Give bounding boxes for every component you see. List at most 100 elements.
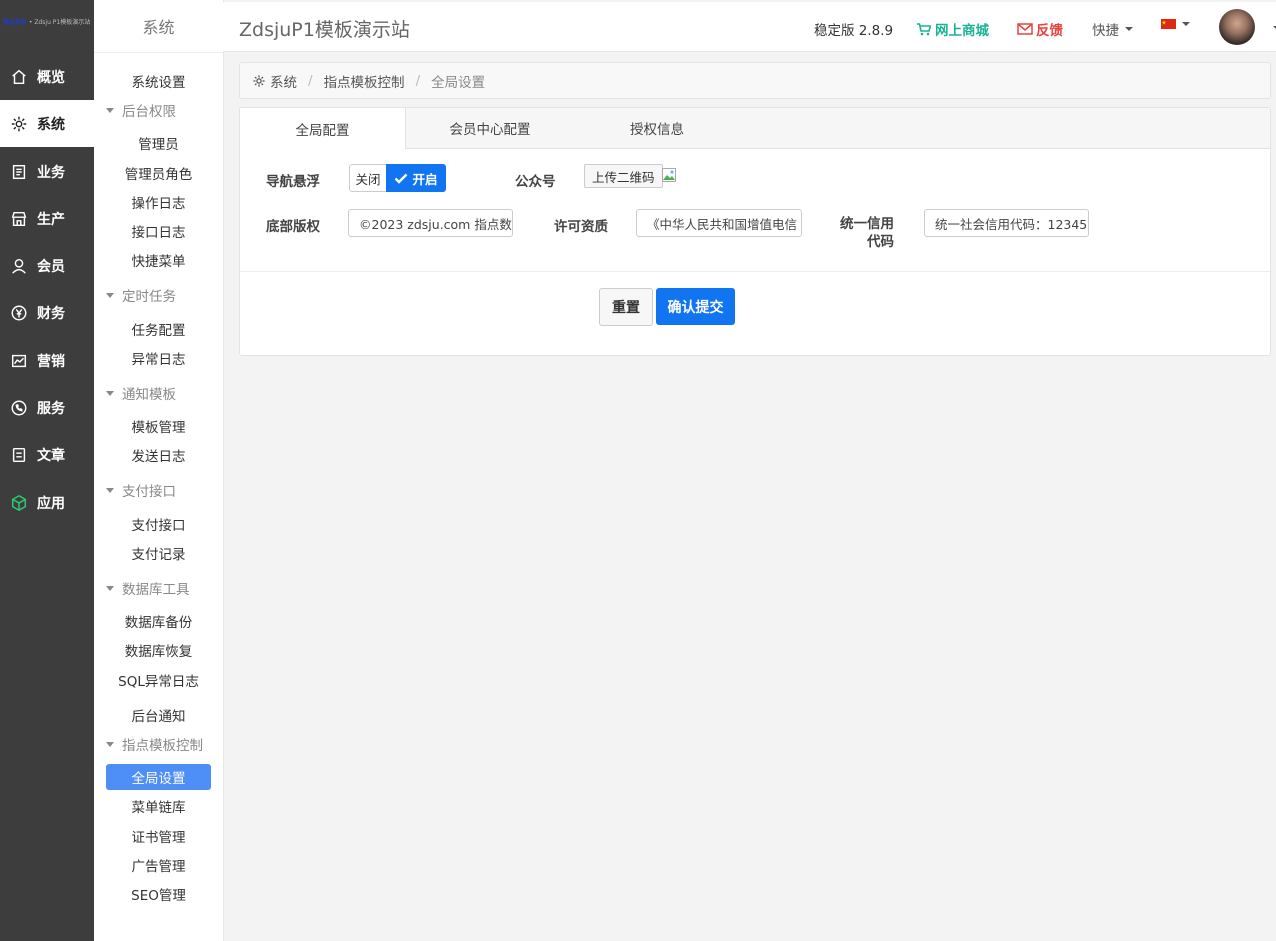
group-label: 定时任务 — [122, 289, 176, 305]
submenu-item-quick-menu[interactable]: 快捷菜单 — [106, 247, 211, 273]
submenu-group-payment[interactable]: 支付接口 — [106, 479, 176, 501]
rail-label: 概览 — [37, 69, 65, 86]
rail-item-production[interactable]: 生产 — [0, 195, 94, 242]
submenu-item-db-backup[interactable]: 数据库备份 — [106, 608, 211, 634]
caret-down-icon — [106, 487, 114, 493]
credit-label-line2: 代码 — [867, 234, 894, 250]
cube-icon — [9, 493, 29, 513]
submenu-group-scheduled-tasks[interactable]: 定时任务 — [106, 284, 176, 306]
version-label: 稳定版 2.8.9 — [814, 23, 894, 39]
copyright-input[interactable]: ©2023 zdsju.com 指点数 — [348, 209, 513, 237]
group-label: 后台权限 — [122, 104, 176, 120]
submenu-item-api-log[interactable]: 接口日志 — [106, 218, 211, 244]
gear-icon — [253, 74, 265, 87]
rail-item-apps[interactable]: 应用 — [0, 479, 94, 526]
submit-button[interactable]: 确认提交 — [656, 288, 735, 325]
home-icon — [9, 67, 29, 87]
user-icon — [9, 256, 29, 276]
rail-item-business[interactable]: 业务 — [0, 148, 94, 195]
rail-label: 业务 — [37, 164, 65, 181]
submenu-item-certificates[interactable]: 证书管理 — [106, 823, 211, 849]
rail-label: 系统 — [37, 116, 65, 133]
logo-brand: 指点后台 — [3, 19, 28, 26]
submenu-item-menu-links[interactable]: 菜单链库 — [106, 793, 211, 819]
shop-link[interactable]: 网上商城 — [917, 19, 989, 39]
submenu-item-template-manage[interactable]: 模板管理 — [106, 413, 211, 439]
rail-item-finance[interactable]: 财务 — [0, 289, 94, 336]
rail-label: 财务 — [37, 305, 65, 322]
cart-icon — [917, 22, 931, 35]
nav-float-label: 导航悬浮 — [266, 174, 320, 190]
rail-label: 文章 — [37, 447, 65, 464]
avatar[interactable] — [1219, 9, 1255, 45]
submenu-item-system-settings[interactable]: 系统设置 — [106, 68, 211, 94]
breadcrumb-separator: / — [308, 72, 313, 89]
rail-item-overview[interactable]: 概览 — [0, 53, 94, 100]
group-label: 指点模板控制 — [122, 738, 203, 754]
submenu-item-admin-notice[interactable]: 后台通知 — [106, 702, 211, 728]
breadcrumb: 系统 / 指点模板控制 / 全局设置 — [239, 62, 1271, 99]
quick-label: 快捷 — [1092, 23, 1119, 39]
submenu-item-ads[interactable]: 广告管理 — [106, 852, 211, 878]
submenu-group-admin-permissions[interactable]: 后台权限 — [106, 99, 176, 121]
feedback-link[interactable]: 反馈 — [1017, 19, 1063, 39]
language-dropdown[interactable] — [1161, 19, 1190, 29]
license-input[interactable]: 《中华人民共和国增值电信 — [636, 209, 802, 237]
submenu-group-notify-templates[interactable]: 通知模板 — [106, 382, 176, 404]
top-bar: ZdsjuP1模板演示站 稳定版 2.8.9 网上商城 反馈 快捷 — [223, 2, 1276, 52]
upload-qrcode-button[interactable]: 上传二维码 — [584, 164, 663, 188]
check-icon — [395, 173, 408, 184]
rail-item-system[interactable]: 系统 — [0, 100, 94, 147]
yen-icon — [9, 303, 29, 323]
tab-member-center-config[interactable]: 会员中心配置 — [406, 108, 574, 148]
feedback-label: 反馈 — [1036, 23, 1063, 39]
caret-down-icon — [106, 390, 114, 396]
breadcrumb-template-control[interactable]: 指点模板控制 — [324, 71, 405, 91]
breadcrumb-label: 系统 — [270, 74, 297, 91]
main-nav-rail: 指点后台 • Zdsju P1模板演示站 概览 系统 业务 生产 会员 财务 营… — [0, 0, 94, 941]
rail-item-service[interactable]: 服务 — [0, 384, 94, 431]
reset-button[interactable]: 重置 — [599, 288, 653, 326]
credit-label-line1: 统一信用 — [840, 216, 894, 232]
nav-float-toggle[interactable]: 关闭 开启 — [349, 164, 446, 192]
submenu-item-payment-api[interactable]: 支付接口 — [106, 511, 211, 537]
submenu-item-error-log[interactable]: 异常日志 — [106, 345, 211, 371]
license-label: 许可资质 — [554, 219, 608, 235]
tab-license-info[interactable]: 授权信息 — [574, 108, 740, 148]
toggle-off-option[interactable]: 关闭 — [349, 164, 386, 192]
submenu-item-seo[interactable]: SEO管理 — [106, 881, 211, 907]
tab-global-config[interactable]: 全局配置 — [240, 108, 406, 149]
submenu-group-template-control[interactable]: 指点模板控制 — [106, 733, 203, 755]
logo-suffix: Zdsju P1模板演示站 — [34, 19, 91, 26]
toggle-on-option[interactable]: 开启 — [386, 164, 446, 192]
submenu-item-admins[interactable]: 管理员 — [106, 130, 211, 156]
shop-label: 网上商城 — [935, 23, 989, 39]
submenu-item-operation-log[interactable]: 操作日志 — [106, 189, 211, 215]
credit-code-input[interactable]: 统一社会信用代码：12345 — [924, 209, 1089, 237]
submenu-item-sql-error-log[interactable]: SQL异常日志 — [106, 667, 211, 693]
china-flag-icon — [1161, 19, 1176, 29]
chart-icon — [9, 351, 29, 371]
submenu-item-global-settings[interactable]: 全局设置 — [106, 764, 211, 790]
submenu-item-send-log[interactable]: 发送日志 — [106, 442, 211, 468]
rail-item-members[interactable]: 会员 — [0, 242, 94, 289]
submenu-item-admin-roles[interactable]: 管理员角色 — [106, 160, 211, 186]
submenu-group-database-tools[interactable]: 数据库工具 — [106, 577, 190, 599]
rail-label: 生产 — [37, 211, 65, 228]
gear-icon — [9, 114, 29, 134]
rail-item-marketing[interactable]: 营销 — [0, 337, 94, 384]
rail-item-articles[interactable]: 文章 — [0, 431, 94, 478]
settings-panel: 全局配置 会员中心配置 授权信息 导航悬浮 关闭 开启 公众号 上传二维码 底部… — [239, 107, 1271, 356]
phone-icon — [9, 398, 29, 418]
quick-menu-dropdown[interactable]: 快捷 — [1092, 19, 1133, 39]
tab-bar: 全局配置 会员中心配置 授权信息 — [240, 108, 1270, 149]
breadcrumb-system[interactable]: 系统 — [252, 71, 297, 91]
submenu-item-task-config[interactable]: 任务配置 — [106, 316, 211, 342]
group-label: 通知模板 — [122, 387, 176, 403]
submenu-item-db-restore[interactable]: 数据库恢复 — [106, 637, 211, 663]
toggle-on-label: 开启 — [412, 171, 438, 187]
form-divider — [240, 271, 1270, 272]
site-title: ZdsjuP1模板演示站 — [239, 19, 410, 41]
logo[interactable]: 指点后台 • Zdsju P1模板演示站 — [0, 0, 94, 52]
submenu-item-payment-records[interactable]: 支付记录 — [106, 540, 211, 566]
